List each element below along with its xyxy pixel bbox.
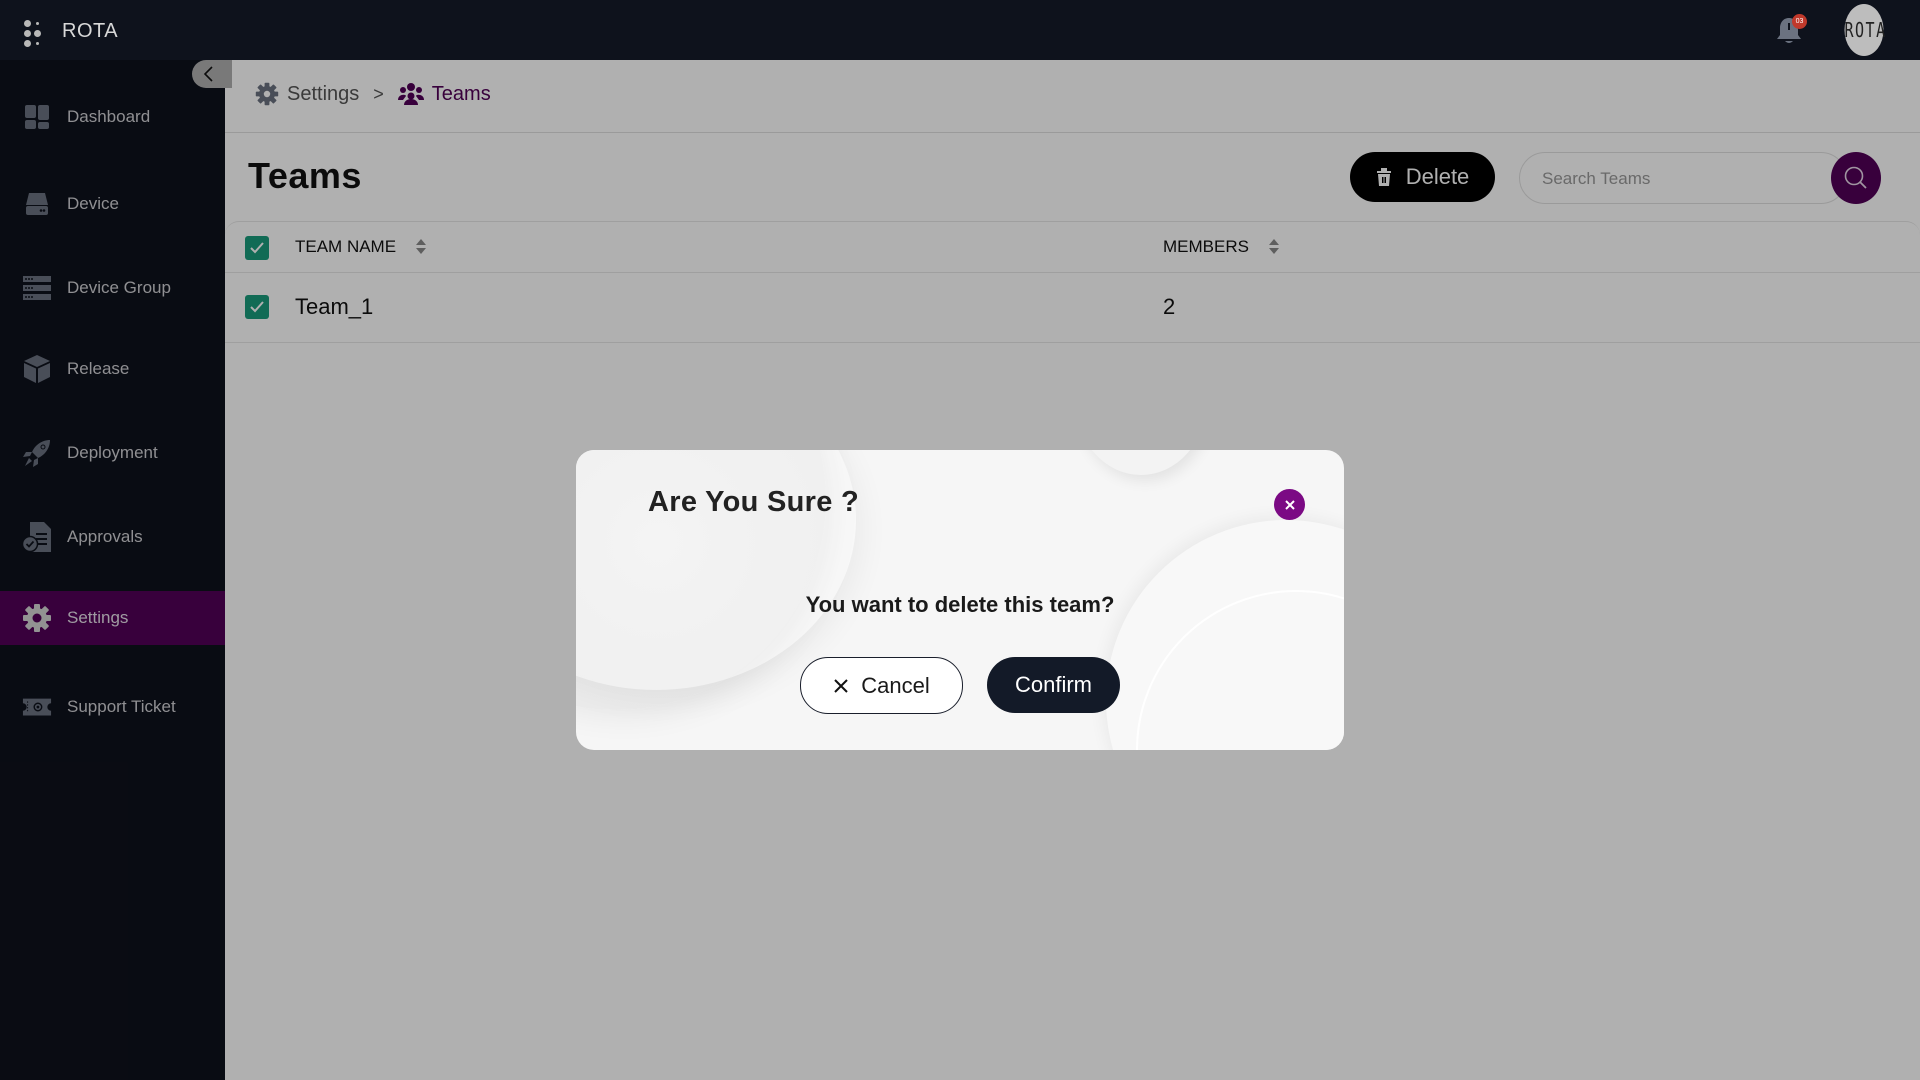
dialog-close-button[interactable] [1274,489,1305,520]
confirm-button[interactable]: Confirm [987,657,1120,713]
decor-circle [1076,450,1206,475]
confirm-delete-dialog: Are You Sure ? You want to delete this t… [576,450,1344,750]
close-icon [834,678,848,693]
close-icon [1284,499,1295,510]
cancel-button[interactable]: Cancel [800,657,963,714]
notification-badge: 03 [1792,14,1807,29]
dialog-message: You want to delete this team? [805,592,1115,617]
confirm-button-label: Confirm [1014,672,1092,697]
cancel-button-label: Cancel [861,672,930,698]
app-title: ROTA [62,20,119,42]
notifications-button[interactable]: 03 [1774,14,1807,46]
avatar[interactable]: ROTA [1844,4,1885,56]
app-menu-icon[interactable] [22,18,42,48]
top-bar: ROTA 03 ROTA [0,0,1920,60]
dialog-title: Are You Sure ? [648,486,860,518]
